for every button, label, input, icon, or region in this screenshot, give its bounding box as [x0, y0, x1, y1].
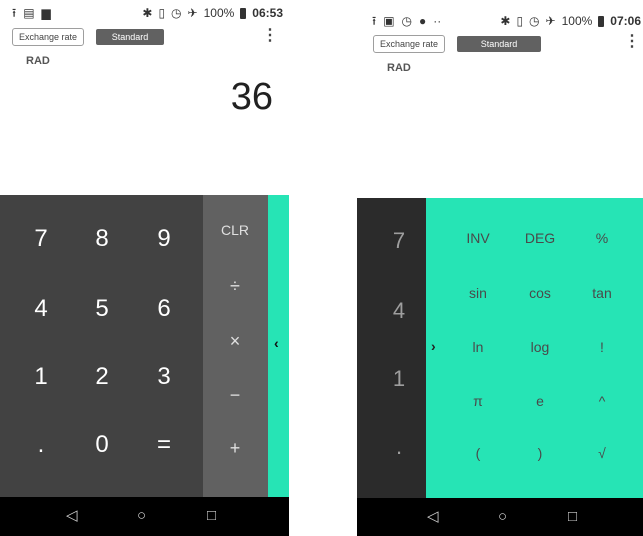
circle-icon: ● [419, 14, 427, 28]
chevron-right-icon[interactable]: › [431, 338, 436, 354]
key-1[interactable]: 1 [379, 366, 419, 392]
advanced-functions-panel: › INV DEG % sin cos tan ln log ! π e ^ (… [426, 198, 643, 498]
percent-button[interactable]: % [572, 230, 632, 246]
key-equals[interactable]: = [134, 431, 194, 459]
clear-button[interactable]: CLR [205, 222, 265, 238]
status-bar: ⭱ ▣ ◷ ● ·· ✱ ▯ ◷ ✈ 100% 07:06 [357, 14, 643, 32]
home-icon[interactable]: ○ [498, 508, 507, 526]
deg-button[interactable]: DEG [510, 230, 570, 246]
sin-button[interactable]: sin [448, 285, 508, 301]
vibrate-icon: ▯ [158, 6, 166, 20]
key-decimal[interactable]: . [379, 434, 419, 460]
log-button[interactable]: log [510, 339, 570, 355]
clock: 07:06 [610, 14, 641, 28]
divide-button[interactable]: ÷ [205, 276, 265, 297]
more-notifications-icon: ·· [433, 14, 442, 28]
standard-button[interactable]: Standard [457, 36, 542, 52]
number-pad: 7 8 9 4 5 6 1 2 3 . 0 = [0, 195, 203, 497]
left-paren-button[interactable]: ( [448, 445, 508, 461]
tan-button[interactable]: tan [572, 285, 632, 301]
key-8[interactable]: 8 [72, 225, 132, 253]
key-2[interactable]: 2 [72, 363, 132, 391]
clock: 06:53 [252, 6, 283, 20]
alarm-icon: ◷ [171, 6, 182, 20]
exchange-rate-button[interactable]: Exchange rate [373, 35, 446, 53]
key-9[interactable]: 9 [134, 225, 194, 253]
key-4[interactable]: 4 [379, 298, 419, 324]
key-3[interactable]: 3 [134, 363, 194, 391]
key-decimal[interactable]: . [11, 431, 71, 459]
operator-pad: CLR ÷ × − + [203, 195, 268, 497]
add-button[interactable]: + [205, 438, 265, 459]
key-7[interactable]: 7 [11, 225, 71, 253]
multiply-button[interactable]: × [205, 331, 265, 352]
image-icon: ▣ [383, 14, 395, 28]
display-value: 36 [230, 76, 273, 118]
alarm-icon: ◷ [401, 14, 413, 28]
status-bar: ⭱ ▤ ▆ ✱ ▯ ◷ ✈ 100% 06:53 [0, 6, 289, 24]
calculator-advanced-screen: ⭱ ▣ ◷ ● ·· ✱ ▯ ◷ ✈ 100% 07:06 Exchange r… [357, 0, 643, 536]
exchange-rate-button[interactable]: Exchange rate [12, 28, 85, 46]
airplane-icon: ✈ [187, 6, 198, 20]
back-icon[interactable]: ◁ [66, 507, 78, 525]
mode-bar: Exchange rate Standard [12, 28, 165, 46]
key-4[interactable]: 4 [11, 295, 71, 323]
sim-card-icon: ▤ [23, 6, 35, 20]
key-7[interactable]: 7 [379, 228, 419, 254]
vibrate-icon: ▯ [516, 14, 524, 28]
battery-icon [598, 15, 605, 27]
angle-mode-indicator: RAD [387, 62, 411, 74]
more-options-icon[interactable]: ⋮ [624, 34, 640, 50]
mode-bar: Exchange rate Standard [373, 35, 542, 53]
cos-button[interactable]: cos [510, 285, 570, 301]
key-6[interactable]: 6 [134, 295, 194, 323]
upload-icon: ⭱ [12, 6, 17, 20]
navigation-bar: ◁ ○ □ [357, 498, 643, 536]
inv-button[interactable]: INV [448, 230, 508, 246]
angle-mode-indicator: RAD [26, 55, 50, 67]
advanced-panel-handle[interactable]: ‹ [268, 195, 289, 497]
key-5[interactable]: 5 [72, 295, 132, 323]
right-paren-button[interactable]: ) [510, 445, 570, 461]
calculator-standard-screen: ⭱ ▤ ▆ ✱ ▯ ◷ ✈ 100% 06:53 Exchange rate S… [0, 0, 289, 536]
recents-icon[interactable]: □ [568, 508, 577, 526]
upload-icon: ⭱ [372, 14, 377, 28]
subtract-button[interactable]: − [205, 385, 265, 406]
number-pad-collapsed: 7 4 1 . [357, 198, 426, 498]
e-button[interactable]: e [510, 393, 570, 409]
sqrt-button[interactable]: √ [572, 445, 632, 461]
bluetooth-icon: ✱ [142, 6, 153, 20]
navigation-bar: ◁ ○ □ [0, 497, 289, 536]
power-button[interactable]: ^ [572, 393, 632, 409]
key-1[interactable]: 1 [11, 363, 71, 391]
airplane-icon: ✈ [545, 14, 556, 28]
pi-button[interactable]: π [448, 393, 508, 409]
alarm-icon: ◷ [529, 14, 540, 28]
more-options-icon[interactable]: ⋮ [262, 28, 278, 44]
bluetooth-icon: ✱ [500, 14, 511, 28]
standard-button[interactable]: Standard [96, 29, 165, 45]
key-0[interactable]: 0 [72, 431, 132, 459]
recents-icon[interactable]: □ [207, 507, 216, 525]
home-icon[interactable]: ○ [137, 507, 146, 525]
sd-card-icon: ▆ [41, 6, 51, 20]
back-icon[interactable]: ◁ [427, 508, 439, 526]
battery-percent: 100% [561, 14, 593, 28]
battery-icon [240, 7, 247, 19]
ln-button[interactable]: ln [448, 339, 508, 355]
battery-percent: 100% [203, 6, 235, 20]
chevron-left-icon: ‹ [274, 335, 279, 351]
factorial-button[interactable]: ! [572, 339, 632, 355]
